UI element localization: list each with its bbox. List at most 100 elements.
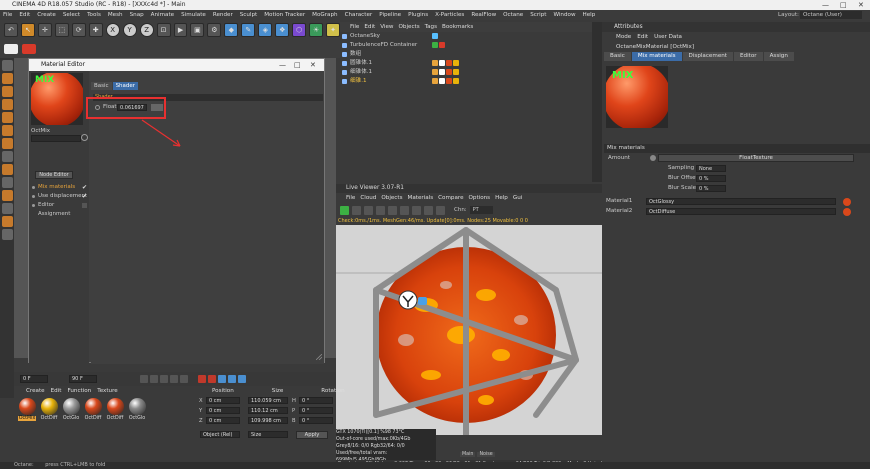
keyframe-scale-icon[interactable] <box>228 375 236 383</box>
material2-link[interactable]: OctDiffuse <box>646 208 836 215</box>
checkmark-icon[interactable]: ✔ <box>82 192 87 201</box>
material-ball-icon[interactable] <box>40 398 58 415</box>
menu-item[interactable]: Motion Tracker <box>264 10 305 20</box>
sculpt-icon[interactable] <box>1 190 13 201</box>
object-row[interactable]: 数组 <box>340 50 602 59</box>
material-editor-titlebar[interactable]: Material Editor — □ ✕ <box>29 59 324 71</box>
material-tag-icon[interactable] <box>439 60 445 66</box>
material-tag-icon[interactable] <box>453 69 459 75</box>
dialog-maximize-icon[interactable]: □ <box>294 59 301 71</box>
minimize-icon[interactable]: — <box>822 0 829 10</box>
go-end-icon[interactable] <box>180 375 188 383</box>
octane-render-icon[interactable] <box>4 44 18 54</box>
close-icon[interactable]: ✕ <box>858 0 864 10</box>
object-row[interactable]: 圆锥体.1 <box>340 59 602 68</box>
sampling-select[interactable]: None <box>696 165 726 172</box>
live-viewer-menu-item[interactable]: File <box>346 193 355 203</box>
material-ball-icon[interactable] <box>106 398 124 415</box>
object-name[interactable]: 细锥体.1 <box>350 69 372 75</box>
material-tag-icon[interactable] <box>432 60 438 66</box>
menu-item[interactable]: Simulate <box>181 10 206 20</box>
material-tag-icon[interactable] <box>446 69 452 75</box>
material-tag-icon[interactable] <box>439 42 445 48</box>
amount-dot-icon[interactable] <box>650 155 656 161</box>
attributes-tab[interactable]: Mix materials <box>631 52 682 61</box>
model-mode-icon[interactable] <box>1 73 13 84</box>
grid-icon[interactable] <box>1 229 13 240</box>
position-input[interactable]: 0 cm <box>206 407 240 414</box>
menu-item[interactable]: File <box>3 10 12 20</box>
keyframe-move-icon[interactable] <box>218 375 226 383</box>
stop-render-icon[interactable] <box>352 205 361 215</box>
coordinate-mode-select[interactable]: Object (Rel) <box>200 431 240 438</box>
dialog-minimize-icon[interactable]: — <box>279 59 286 71</box>
live-viewer-menu-item[interactable]: Objects <box>381 193 402 203</box>
layout-selector[interactable]: Layout: Octane (User) <box>600 10 870 20</box>
material-item[interactable]: OctGlo <box>128 398 146 421</box>
object-name[interactable]: 圆锥体.1 <box>350 60 372 66</box>
magnet-icon[interactable] <box>1 216 13 227</box>
layout-value[interactable]: Octane (User) <box>800 11 862 19</box>
blur-scale-input[interactable]: 0 % <box>696 185 726 192</box>
scale-icon[interactable]: ⬚ <box>54 23 69 37</box>
material-item[interactable]: OctDiff <box>84 398 102 421</box>
object-row[interactable]: OctaneSky <box>340 32 602 41</box>
x-axis-icon[interactable]: X <box>105 23 120 37</box>
menu-item[interactable]: RealFlow <box>471 10 496 20</box>
object-menu-item[interactable]: View <box>380 22 393 32</box>
object-menu-item[interactable]: Objects <box>399 22 420 32</box>
menu-item[interactable]: Sculpt <box>240 10 257 20</box>
texture-mode-icon[interactable] <box>1 86 13 97</box>
tab-shader[interactable]: Shader <box>112 82 139 90</box>
menu-item[interactable]: Plugins <box>408 10 428 20</box>
menu-item[interactable]: Select <box>63 10 80 20</box>
attributes-menu-item[interactable]: Mode <box>616 32 631 42</box>
live-viewer-menu-item[interactable]: Gui <box>513 193 522 203</box>
object-menu-item[interactable]: Tags <box>425 22 437 32</box>
object-menu-item[interactable]: Edit <box>364 22 375 32</box>
array-icon[interactable]: ❖ <box>275 23 290 37</box>
size-mode-select[interactable]: Size <box>248 431 288 438</box>
material-tag-icon[interactable] <box>439 78 445 84</box>
edges-mode-icon[interactable] <box>1 125 13 136</box>
attributes-menu-item[interactable]: User Data <box>654 32 682 42</box>
tab-main[interactable]: Main <box>460 452 476 457</box>
position-input[interactable]: 0 cm <box>206 417 240 424</box>
material-tag-icon[interactable] <box>453 78 459 84</box>
size-input[interactable]: 110.12 cm <box>248 407 288 414</box>
material-item[interactable]: OctDiff <box>40 398 58 421</box>
next-key-icon[interactable] <box>170 375 178 383</box>
rotation-input[interactable]: 0 ° <box>299 407 333 414</box>
maximize-icon[interactable]: □ <box>840 0 847 10</box>
lock-region-icon[interactable] <box>388 205 397 215</box>
object-name[interactable]: 细锥.1 <box>350 78 367 84</box>
side-tabs[interactable] <box>592 22 602 182</box>
resize-grip-icon[interactable] <box>316 354 322 360</box>
checkmark-icon[interactable]: ✔ <box>82 183 87 192</box>
tab-noise[interactable]: Noise <box>477 452 495 457</box>
material-menu-item[interactable]: Texture <box>97 387 117 396</box>
y-axis-icon[interactable]: Y <box>122 23 137 37</box>
live-viewer-menu-item[interactable]: Help <box>495 193 508 203</box>
tweak-icon[interactable] <box>1 164 13 175</box>
material-menu-item[interactable]: Edit <box>51 387 62 396</box>
move-icon[interactable]: ✛ <box>37 23 52 37</box>
size-input[interactable]: 109.998 cm <box>248 417 288 424</box>
autokey-icon[interactable] <box>208 375 216 383</box>
size-input[interactable]: 110.059 cm <box>248 397 288 404</box>
blur-offset-input[interactable]: 0 % <box>696 175 726 182</box>
cube-icon[interactable]: ◆ <box>224 23 239 37</box>
material-tag-icon[interactable] <box>432 42 438 48</box>
white-balance-icon[interactable] <box>436 205 445 215</box>
menu-item[interactable]: Script <box>530 10 546 20</box>
live-viewer-menu-item[interactable]: Materials <box>408 193 434 203</box>
menu-item[interactable]: Window <box>553 10 575 20</box>
live-viewer-menu-item[interactable]: Compare <box>438 193 463 203</box>
region-render-icon[interactable] <box>400 205 409 215</box>
coordinate-system-icon[interactable]: ⊡ <box>156 23 171 37</box>
menu-item[interactable]: Animate <box>151 10 174 20</box>
restart-render-icon[interactable] <box>376 205 385 215</box>
rotation-input[interactable]: 0 ° <box>299 417 333 424</box>
snap-icon[interactable] <box>1 177 13 188</box>
object-row[interactable]: 细锥体.1 <box>340 68 602 77</box>
